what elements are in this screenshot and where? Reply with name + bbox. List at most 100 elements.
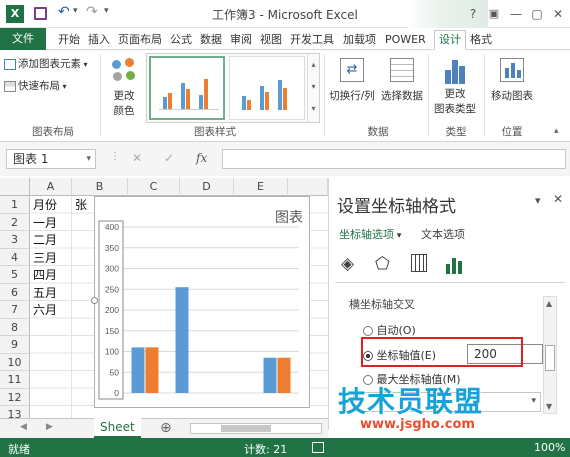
enter-icon[interactable]: ✓ [164, 151, 174, 165]
customize-toolbar-icon[interactable]: ▾ [104, 6, 109, 16]
tab-home[interactable]: 开始 [54, 31, 84, 48]
formula-input[interactable] [222, 149, 566, 169]
row-header[interactable]: 1 [0, 196, 30, 214]
chevron-down-icon: ▾ [394, 231, 402, 241]
quick-layout-button[interactable]: 快速布局 ▾ [4, 78, 67, 94]
cell-a2[interactable]: 一月 [33, 214, 57, 231]
chevron-down-icon: ▾ [60, 82, 67, 91]
column-header[interactable] [288, 178, 328, 196]
tab-formulas[interactable]: 公式 [166, 31, 196, 48]
select-data-button[interactable]: 选择数据 [380, 56, 424, 122]
y-tick-label: 0 [114, 388, 119, 398]
row-header[interactable]: 10 [0, 353, 30, 371]
row-header[interactable]: 8 [0, 318, 30, 336]
y-tick-label: 400 [105, 222, 119, 232]
save-icon[interactable] [34, 7, 47, 20]
normal-view-icon[interactable] [312, 442, 324, 453]
group-label-type: 类型 [445, 126, 467, 138]
add-sheet-icon[interactable]: ⊕ [160, 420, 172, 436]
tab-design[interactable]: 设计 [434, 30, 466, 50]
tab-developer[interactable]: 开发工具 [286, 31, 338, 48]
chart-object[interactable]: 图表 0 50 100 150 200 250 300 350 400 [91, 196, 310, 408]
tab-text-options[interactable]: 文本选项 [421, 226, 465, 242]
status-zoom[interactable]: 100% [534, 441, 565, 454]
y-tick-label: 300 [105, 264, 119, 274]
y-tick-label: 350 [105, 243, 119, 253]
cancel-icon[interactable]: ✕ [132, 151, 142, 165]
chart-style-2[interactable] [229, 56, 305, 120]
redo-icon[interactable]: ↷ [86, 4, 98, 20]
tab-power[interactable]: POWER [381, 31, 430, 48]
switch-row-column-button[interactable]: ⇄ 切换行/列 [328, 56, 376, 122]
close-button[interactable]: ✕ [548, 4, 568, 24]
pane-close-button[interactable]: ✕ [553, 192, 563, 206]
restore-button[interactable]: ▢ [527, 4, 547, 24]
chart-style-1[interactable] [149, 56, 225, 120]
change-colors-button[interactable]: 更改 颜色 [104, 56, 144, 122]
tab-data[interactable]: 数据 [196, 31, 226, 48]
cell-a1[interactable]: 月份 [33, 196, 57, 213]
move-chart-icon [500, 58, 524, 82]
radio-circle [363, 326, 373, 336]
tab-file[interactable]: 文件 [0, 28, 46, 50]
ribbon-display-options-icon[interactable]: ▣ [484, 4, 504, 24]
row-header[interactable]: 2 [0, 213, 30, 231]
sheet-tab[interactable]: Sheet [94, 418, 141, 438]
column-header[interactable]: D [180, 178, 234, 196]
row-header[interactable]: 4 [0, 248, 30, 266]
y-tick-label: 250 [105, 284, 119, 294]
pane-scrollbar[interactable]: ▲ ▼ [543, 296, 557, 414]
row-header[interactable]: 9 [0, 336, 30, 354]
name-box[interactable]: 图表 1 ▾ [6, 149, 96, 169]
help-button[interactable]: ? [463, 4, 483, 24]
collapse-ribbon-icon[interactable]: ▴ [554, 126, 559, 136]
move-chart-button[interactable]: 移动图表 [488, 56, 536, 122]
cell-a4[interactable]: 三月 [33, 249, 57, 266]
tab-page-layout[interactable]: 页面布局 [114, 31, 166, 48]
tab-addins[interactable]: 加载项 [339, 31, 380, 48]
row-header[interactable]: 7 [0, 301, 30, 319]
row-header[interactable]: 13 [0, 406, 30, 418]
row-header[interactable]: 6 [0, 283, 30, 301]
tab-view[interactable]: 视图 [256, 31, 286, 48]
chart-bar [145, 347, 159, 393]
tab-format[interactable]: 格式 [466, 31, 496, 48]
row-header[interactable]: 11 [0, 371, 30, 389]
select-all-corner[interactable] [0, 178, 30, 196]
change-chart-type-button[interactable]: 更改 图表类型 [432, 56, 478, 122]
excel-app-icon[interactable]: X [6, 5, 24, 23]
gallery-scroll[interactable]: ▴ ▾ ▾ [307, 54, 319, 122]
switch-row-column-icon: ⇄ [340, 58, 364, 82]
cell-a5[interactable]: 四月 [33, 266, 57, 283]
row-header[interactable]: 5 [0, 266, 30, 284]
radio-auto[interactable]: 自动(O) [363, 322, 416, 338]
pane-options-icon[interactable]: ▾ [535, 194, 541, 207]
fill-line-icon[interactable]: ◈ [341, 254, 354, 274]
axis-options-icon[interactable] [445, 256, 465, 274]
horizontal-scrollbar[interactable] [190, 423, 322, 434]
insert-function-icon[interactable]: fx [196, 151, 207, 165]
undo-icon[interactable]: ↶ [58, 4, 70, 20]
row-header[interactable]: 12 [0, 388, 30, 406]
cell-b1[interactable]: 张 [75, 196, 87, 213]
minimize-button[interactable]: — [506, 4, 526, 24]
prev-sheet-icon[interactable]: ◀ [20, 422, 27, 432]
cell-a7[interactable]: 六月 [33, 301, 57, 318]
tab-axis-options[interactable]: 坐标轴选项 ▾ [339, 226, 401, 242]
column-header[interactable]: B [72, 178, 128, 196]
tab-insert[interactable]: 插入 [84, 31, 114, 48]
next-sheet-icon[interactable]: ▶ [46, 422, 53, 432]
tab-review[interactable]: 审阅 [226, 31, 256, 48]
column-header[interactable]: A [30, 178, 72, 196]
row-header[interactable]: 3 [0, 231, 30, 249]
effects-icon[interactable]: ⬠ [375, 254, 390, 274]
cell-a6[interactable]: 五月 [33, 284, 57, 301]
column-header[interactable]: C [128, 178, 180, 196]
column-header[interactable]: E [234, 178, 288, 196]
change-chart-type-label-2: 图表类型 [434, 103, 476, 115]
size-properties-icon[interactable] [411, 254, 427, 272]
resize-handle[interactable] [91, 297, 98, 304]
cell-a3[interactable]: 二月 [33, 231, 57, 248]
undo-dropdown-icon[interactable]: ▾ [73, 6, 78, 16]
add-chart-element-button[interactable]: 添加图表元素 ▾ [4, 56, 88, 72]
